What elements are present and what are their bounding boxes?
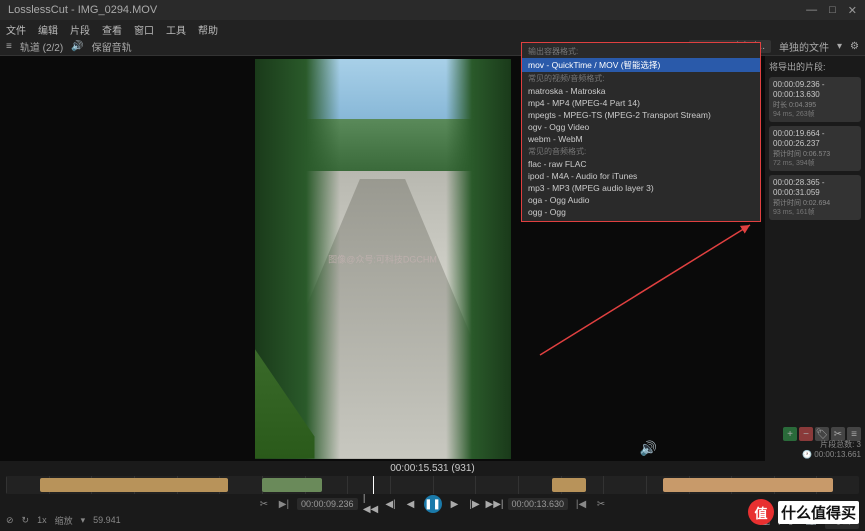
clock-icon: 🕐	[802, 450, 812, 459]
watermark-text: 图像@众号:可科技DGCHM	[328, 252, 437, 265]
timeline-cursor[interactable]	[373, 476, 374, 494]
segment-duration: 预计时间 0:02.694	[773, 199, 857, 208]
menu-edit[interactable]: 编辑	[38, 22, 58, 37]
titlebar: LosslessCut - IMG_0294.MOV — □ ✕	[0, 0, 865, 20]
segment-duration: 时长 0:04.395	[773, 101, 857, 110]
smzdm-badge: 值	[748, 499, 774, 525]
dropdown-header: 常见的视频/音频格式:	[522, 72, 760, 85]
timeline-track[interactable]	[6, 476, 859, 494]
segment-duration: 预计时间 0:06.573	[773, 150, 857, 159]
segment-card[interactable]: 00:00:09.236 - 00:00:13.630 时长 0:04.395 …	[769, 77, 861, 122]
mark-out-button[interactable]: |◀	[574, 497, 588, 511]
timeline-segment[interactable]	[663, 478, 834, 492]
segment-time: 00:00:19.664 - 00:00:26.237	[773, 129, 857, 150]
prev-keyframe-button[interactable]: |◀◀	[364, 497, 378, 511]
zoom-label: 缩放	[55, 514, 73, 527]
chevron-down-icon[interactable]: ▾	[837, 41, 842, 52]
menu-icon[interactable]: ≡	[6, 41, 12, 52]
dropdown-item[interactable]: mp3 - MP3 (MPEG audio layer 3)	[522, 182, 760, 194]
keep-audio-toggle[interactable]: 保留音轨	[92, 39, 132, 54]
dropdown-item[interactable]: ogg - Ogg	[522, 206, 760, 218]
cut-end-button[interactable]: ✂	[594, 497, 608, 511]
format-dropdown-menu: 输出容器格式: mov - QuickTime / MOV (智能选择) 常见的…	[521, 42, 761, 222]
gear-icon[interactable]: ⚙	[850, 41, 859, 52]
segment-summary: 片段总数: 3 🕐 00:00:13.661	[802, 439, 861, 459]
smzdm-watermark: 值 什么值得买	[748, 499, 859, 525]
menu-view[interactable]: 查看	[102, 22, 122, 37]
audio-icon: 🔊	[71, 41, 83, 52]
zoom-value[interactable]: 59.941	[93, 515, 121, 525]
dropdown-header: 输出容器格式:	[522, 45, 760, 58]
dropdown-item[interactable]: flac - raw FLAC	[522, 158, 760, 170]
segment-card[interactable]: 00:00:28.365 - 00:00:31.059 预计时间 0:02.69…	[769, 175, 861, 220]
prev-frame-button[interactable]: ◀	[404, 497, 418, 511]
menu-tools[interactable]: 工具	[166, 22, 186, 37]
step-back-button[interactable]: ◀|	[384, 497, 398, 511]
next-frame-button[interactable]: ▶	[448, 497, 462, 511]
menu-help[interactable]: 帮助	[198, 22, 218, 37]
window-title: LosslessCut - IMG_0294.MOV	[8, 4, 806, 16]
dropdown-item[interactable]: matroska - Matroska	[522, 85, 760, 97]
timeline-segment[interactable]	[552, 478, 586, 492]
dropdown-item[interactable]: mp4 - MP4 (MPEG-4 Part 14)	[522, 97, 760, 109]
segment-frames: 72 ms, 394帧	[773, 159, 857, 168]
trash-icon[interactable]: ⊘	[6, 515, 14, 526]
menu-segment[interactable]: 片段	[70, 22, 90, 37]
playback-controls: ✂ ▶| 00:00:09.236 |◀◀ ◀| ◀ ❚❚ ▶ |▶ ▶▶| 0…	[6, 494, 859, 514]
out-timecode[interactable]: 00:00:13.630	[508, 498, 569, 510]
timeline-segment[interactable]	[262, 478, 322, 492]
segment-frames: 94 ms, 263帧	[773, 110, 857, 119]
timecode-current[interactable]: 00:00:15.531 (931)	[6, 463, 859, 474]
dropdown-item-selected[interactable]: mov - QuickTime / MOV (智能选择)	[522, 58, 760, 72]
menu-file[interactable]: 文件	[6, 22, 26, 37]
zoom-dropdown[interactable]: ▾	[81, 515, 86, 526]
dropdown-item[interactable]: opus - Ogg Opus	[522, 218, 760, 222]
volume-icon[interactable]: 🔊	[640, 440, 657, 457]
minimize-icon[interactable]: —	[806, 4, 817, 17]
dropdown-item[interactable]: ogv - Ogg Video	[522, 121, 760, 133]
tracks-label[interactable]: 轨道 (2/2)	[20, 39, 63, 54]
segment-frames: 93 ms, 161帧	[773, 208, 857, 217]
sidebar-title: 将导出的片段:	[769, 60, 861, 73]
add-segment-button[interactable]: +	[783, 427, 797, 441]
segment-time: 00:00:28.365 - 00:00:31.059	[773, 178, 857, 199]
window-controls: — □ ✕	[806, 4, 857, 17]
in-timecode[interactable]: 00:00:09.236	[297, 498, 358, 510]
menu-window[interactable]: 窗口	[134, 22, 154, 37]
smzdm-text: 什么值得买	[778, 501, 859, 524]
speed-indicator[interactable]: 1x	[37, 515, 47, 525]
dropdown-item[interactable]: ipod - M4A - Audio for iTunes	[522, 170, 760, 182]
timeline: 00:00:15.531 (931) ✂ ▶| 00:00:09.236 |◀◀…	[0, 461, 865, 511]
dropdown-header: 常见的音频格式:	[522, 145, 760, 158]
dropdown-item[interactable]: oga - Ogg Audio	[522, 194, 760, 206]
segment-card[interactable]: 00:00:19.664 - 00:00:26.237 预计时间 0:06.57…	[769, 126, 861, 171]
play-pause-button[interactable]: ❚❚	[424, 495, 442, 513]
menubar: 文件 编辑 片段 查看 窗口 工具 帮助	[0, 20, 865, 38]
cut-start-button[interactable]: ✂	[257, 497, 271, 511]
timeline-segment[interactable]	[40, 478, 228, 492]
maximize-icon[interactable]: □	[829, 4, 836, 17]
next-keyframe-button[interactable]: ▶▶|	[488, 497, 502, 511]
rotate-icon[interactable]: ↻	[22, 515, 30, 526]
mark-in-button[interactable]: ▶|	[277, 497, 291, 511]
segments-sidebar: 将导出的片段: 00:00:09.236 - 00:00:13.630 时长 0…	[765, 56, 865, 461]
close-icon[interactable]: ✕	[848, 4, 857, 17]
dropdown-item[interactable]: webm - WebM	[522, 133, 760, 145]
separate-files-toggle[interactable]: 单独的文件	[779, 39, 829, 54]
dropdown-item[interactable]: mpegts - MPEG-TS (MPEG-2 Transport Strea…	[522, 109, 760, 121]
video-frame: 图像@众号:可科技DGCHM	[255, 59, 511, 459]
step-forward-button[interactable]: |▶	[468, 497, 482, 511]
segment-time: 00:00:09.236 - 00:00:13.630	[773, 80, 857, 101]
